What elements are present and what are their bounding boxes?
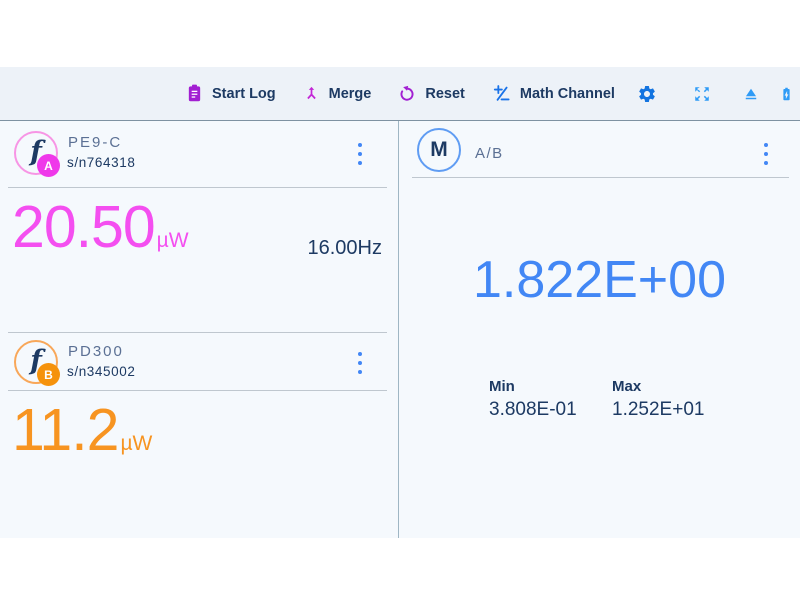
math-glyph: M: [430, 138, 448, 162]
channel-a-badge: A: [37, 154, 60, 177]
max-value: 1.252E+01: [612, 399, 704, 421]
start-log-button[interactable]: Start Log: [186, 84, 276, 103]
channel-a-serial: s/n764318: [67, 155, 135, 170]
math-channel-value: 1.822E+00: [399, 254, 800, 306]
toolbar: Start Log Merge Reset: [0, 67, 800, 121]
math-channel-menu-icon[interactable]: [754, 141, 778, 167]
math-max-block: Max 1.252E+01: [612, 378, 704, 421]
channel-b-reading: 11.2 µW: [12, 401, 152, 460]
channel-a-reading: 20.50 µW: [12, 198, 189, 257]
math-channel-panel: M A/B 1.822E+00 Min 3.808E-01 Max 1.252E…: [399, 121, 800, 538]
toolbar-system-icons: [637, 67, 794, 120]
merge-button[interactable]: Merge: [303, 85, 372, 103]
channel-b-name: PD300: [68, 343, 124, 360]
power-meter-app: Start Log Merge Reset: [0, 67, 800, 538]
math-channel-label: Math Channel: [520, 86, 615, 102]
min-label: Min: [489, 378, 577, 395]
math-channel-icon: [492, 84, 511, 103]
main-content: f A PE9-C s/n764318 20.50 µW 16.00Hz f B…: [0, 121, 800, 538]
battery-charging-icon: [779, 84, 794, 104]
channel-b-value: 11.2: [12, 401, 118, 460]
math-channel-name: A/B: [475, 145, 504, 162]
reset-icon: [398, 85, 416, 103]
settings-icon[interactable]: [637, 84, 657, 104]
math-channel-avatar: M: [417, 128, 461, 172]
start-log-label: Start Log: [212, 86, 276, 102]
divider: [8, 187, 387, 188]
channel-a-avatar: f A: [14, 131, 58, 175]
channel-b-menu-icon[interactable]: [348, 350, 372, 376]
eject-icon[interactable]: [742, 85, 760, 103]
clipboard-log-icon: [186, 84, 203, 103]
divider: [8, 332, 387, 333]
divider: [8, 390, 387, 391]
channel-b-serial: s/n345002: [67, 364, 135, 379]
divider: [412, 177, 789, 178]
channel-b-badge: B: [37, 363, 60, 386]
math-min-block: Min 3.808E-01: [489, 378, 577, 421]
channel-a-name: PE9-C: [68, 134, 122, 151]
channel-a-frequency: 16.00Hz: [308, 237, 383, 260]
fullscreen-icon[interactable]: [693, 85, 711, 103]
channel-b-avatar: f B: [14, 340, 58, 384]
channel-a-value: 20.50: [12, 198, 155, 257]
channel-a-unit: µW: [157, 230, 189, 251]
reset-button[interactable]: Reset: [398, 85, 465, 103]
channel-a-menu-icon[interactable]: [348, 141, 372, 167]
reset-label: Reset: [425, 86, 465, 102]
math-channel-button[interactable]: Math Channel: [492, 84, 615, 103]
merge-label: Merge: [329, 86, 372, 102]
min-value: 3.808E-01: [489, 399, 577, 421]
max-label: Max: [612, 378, 704, 395]
channels-panel: f A PE9-C s/n764318 20.50 µW 16.00Hz f B…: [0, 121, 399, 538]
toolbar-actions: Start Log Merge Reset: [186, 67, 615, 120]
merge-icon: [303, 85, 320, 103]
channel-b-unit: µW: [120, 433, 152, 454]
